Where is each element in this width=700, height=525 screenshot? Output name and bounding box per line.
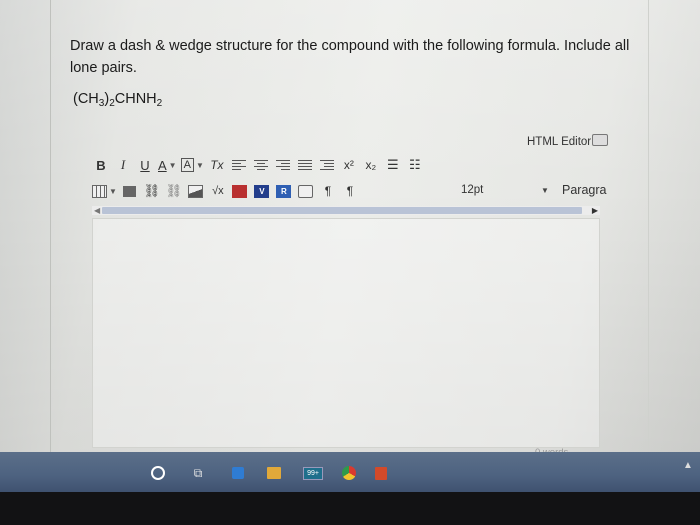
link-icon: ⛓ bbox=[143, 183, 161, 198]
indent-icon bbox=[319, 159, 334, 171]
justify-button[interactable] bbox=[296, 155, 314, 175]
formula-part-3: CHNH bbox=[114, 91, 157, 107]
clear-formatting-button[interactable]: Tx bbox=[208, 155, 226, 175]
chevron-down-icon: ▼ bbox=[195, 160, 204, 170]
media-icon bbox=[298, 184, 314, 198]
chevron-down-icon: ▼ bbox=[109, 186, 117, 196]
answer-textarea[interactable] bbox=[92, 218, 600, 448]
bold-button[interactable]: B bbox=[92, 155, 110, 175]
align-right-icon bbox=[275, 159, 290, 171]
html-editor-icon bbox=[592, 134, 609, 146]
background-color-button[interactable]: A ▼ bbox=[180, 155, 204, 175]
record-icon: R bbox=[276, 184, 292, 198]
italic-button[interactable]: I bbox=[114, 155, 132, 175]
image-icon bbox=[188, 184, 204, 198]
monitor-bezel bbox=[0, 492, 700, 525]
align-right-button[interactable] bbox=[274, 155, 292, 175]
table-icon bbox=[92, 184, 107, 198]
subscript-button[interactable]: x₂ bbox=[362, 155, 380, 175]
photos-badge: 99+ bbox=[303, 466, 323, 480]
remove-link-button[interactable]: ⛓ bbox=[165, 181, 183, 201]
cortana-icon bbox=[151, 466, 165, 480]
chevron-down-icon[interactable]: ▼ bbox=[541, 186, 549, 195]
html-editor-toggle[interactable]: HTML Editor bbox=[527, 134, 609, 148]
justify-icon bbox=[297, 159, 312, 171]
chemical-formula: (CH3)2CHNH2 bbox=[73, 91, 162, 109]
scrollbar-thumb[interactable] bbox=[102, 207, 582, 214]
youtube-icon bbox=[232, 184, 248, 198]
vimeo-icon: V bbox=[254, 184, 270, 198]
html-editor-label: HTML Editor bbox=[527, 136, 592, 148]
office-icon bbox=[375, 466, 387, 480]
scroll-right-icon[interactable]: ▶ bbox=[592, 206, 598, 215]
media-button[interactable] bbox=[297, 181, 315, 201]
square-root-icon: √x bbox=[212, 185, 224, 197]
equation-button[interactable]: √x bbox=[209, 181, 227, 201]
clear-formatting-icon: Tx bbox=[210, 158, 224, 172]
numbered-list-button[interactable]: ☷ bbox=[406, 155, 424, 175]
edge-taskbar-button[interactable] bbox=[230, 465, 246, 481]
insert-link-button[interactable]: ⛓ bbox=[143, 181, 161, 201]
edge-icon bbox=[232, 467, 244, 479]
record-button[interactable]: R bbox=[275, 181, 293, 201]
table-button[interactable]: ▼ bbox=[92, 181, 117, 201]
chevron-up-icon[interactable]: ▲ bbox=[683, 460, 693, 471]
bulleted-list-button[interactable]: ☰ bbox=[384, 155, 402, 175]
panel-border-left bbox=[50, 0, 51, 470]
background-color-icon: A bbox=[180, 158, 194, 172]
youtube-button[interactable] bbox=[231, 181, 249, 201]
panel-border-right bbox=[648, 0, 649, 470]
office-taskbar-button[interactable] bbox=[372, 465, 390, 481]
align-left-icon bbox=[231, 159, 246, 171]
chrome-taskbar-button[interactable] bbox=[340, 465, 358, 481]
indent-button[interactable] bbox=[318, 155, 336, 175]
question-text: Draw a dash & wedge structure for the co… bbox=[70, 38, 630, 76]
store-icon bbox=[267, 467, 281, 479]
align-center-icon bbox=[253, 159, 268, 171]
chevron-down-icon: ▼ bbox=[168, 160, 177, 170]
unlink-icon: ⛓ bbox=[165, 183, 183, 198]
anchor-button[interactable] bbox=[121, 181, 139, 201]
superscript-button[interactable]: x² bbox=[340, 155, 358, 175]
anchor-icon bbox=[123, 185, 137, 197]
editor-toolbar-row-1: B I U A ▼ A ▼ Tx x² x₂ ☰ ☷ bbox=[92, 154, 428, 176]
align-left-button[interactable] bbox=[230, 155, 248, 175]
underline-button[interactable]: U bbox=[136, 155, 154, 175]
font-color-icon: A bbox=[158, 157, 167, 173]
editor-toolbar-row-2: ▼ ⛓ ⛓ √x V R ¶ ¶ bbox=[92, 180, 363, 202]
font-color-button[interactable]: A ▼ bbox=[158, 155, 177, 175]
align-center-button[interactable] bbox=[252, 155, 270, 175]
insert-image-button[interactable] bbox=[187, 181, 205, 201]
toolbar-scrollbar[interactable]: ◀ ▶ bbox=[92, 206, 600, 215]
store-taskbar-button[interactable] bbox=[265, 465, 283, 481]
formula-part-1: (CH bbox=[73, 91, 99, 107]
rtl-button[interactable]: ¶ bbox=[341, 181, 359, 201]
paragraph-format-select[interactable]: Paragra bbox=[562, 183, 606, 197]
chrome-icon bbox=[342, 466, 356, 480]
task-view-icon: ⧉ bbox=[193, 465, 203, 480]
scroll-left-icon[interactable]: ◀ bbox=[94, 206, 100, 215]
ltr-button[interactable]: ¶ bbox=[319, 181, 337, 201]
formula-sub-3: 2 bbox=[156, 98, 163, 109]
photos-taskbar-button[interactable]: 99+ bbox=[302, 465, 324, 481]
vimeo-button[interactable]: V bbox=[253, 181, 271, 201]
task-view-button[interactable]: ⧉ bbox=[190, 465, 206, 481]
cortana-button[interactable] bbox=[150, 465, 166, 481]
font-size-select[interactable]: 12pt bbox=[461, 184, 483, 196]
